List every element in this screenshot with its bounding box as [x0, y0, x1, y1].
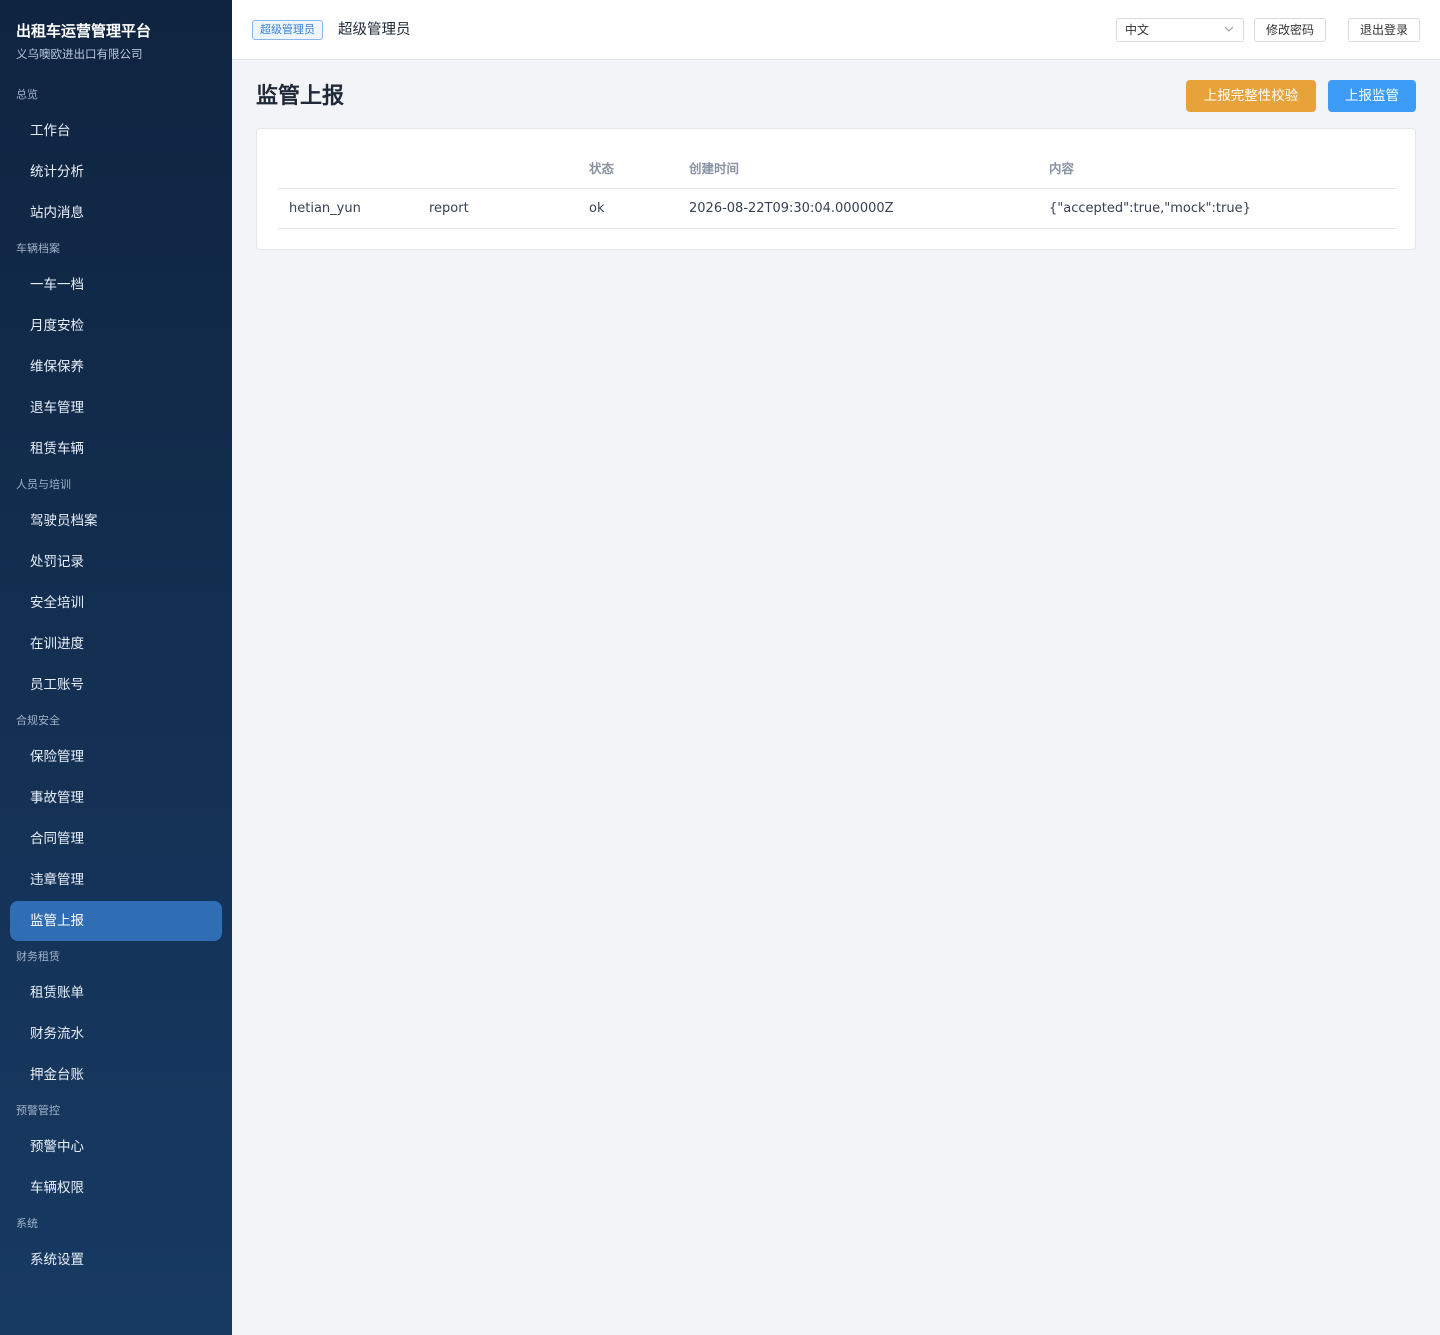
report-integrity-check-button[interactable]: 上报完整性校验: [1186, 80, 1316, 112]
sidebar-item[interactable]: 驾驶员档案: [10, 501, 222, 541]
sidebar-item[interactable]: 安全培训: [10, 583, 222, 623]
sidebar-item[interactable]: 系统设置: [10, 1240, 222, 1280]
sidebar: 出租车运营管理平台 义乌噢欧进出口有限公司 总览工作台 统计分析 站内消息车辆档案一…: [0, 0, 232, 1335]
top-bar: 超级管理员 超级管理员 中文 修改密码 退出登录: [232, 0, 1440, 60]
sidebar-item[interactable]: 预警中心: [10, 1127, 222, 1167]
sidebar-item[interactable]: 月度安检: [10, 306, 222, 346]
sidebar-item[interactable]: 车辆权限: [10, 1168, 222, 1208]
sidebar-group-title: 总览: [16, 88, 38, 101]
report-supervision-button[interactable]: 上报监管: [1328, 80, 1416, 112]
brand: 出租车运营管理平台 义乌噢欧进出口有限公司: [0, 0, 232, 80]
change-password-button[interactable]: 修改密码: [1254, 18, 1326, 42]
sidebar-item[interactable]: 押金台账: [10, 1055, 222, 1095]
role-badge: 超级管理员: [252, 20, 323, 40]
sidebar-item[interactable]: 站内消息: [10, 193, 222, 233]
logout-button[interactable]: 退出登录: [1348, 18, 1420, 42]
sidebar-group-title: 人员与培训: [16, 478, 71, 491]
sidebar-group-title: 系统: [16, 1217, 38, 1230]
header-content: 内容: [1049, 161, 1075, 176]
sidebar-item[interactable]: 监管上报: [10, 901, 222, 941]
cell-status: ok: [589, 201, 605, 216]
cell-platform: hetian_yun: [289, 201, 361, 216]
header-status: 状态: [589, 161, 615, 176]
sidebar-group-title: 车辆档案: [16, 242, 60, 255]
sidebar-item[interactable]: 退车管理: [10, 388, 222, 428]
report-table: 状态 创建时间 内容 hetian_yun report ok 2026-08-…: [277, 149, 1397, 229]
page-title: 监管上报: [256, 84, 345, 109]
role-name: 超级管理员: [338, 22, 411, 38]
sidebar-item[interactable]: 保险管理: [10, 737, 222, 777]
sidebar-item[interactable]: 租赁车辆: [10, 429, 222, 469]
table-header: 状态 创建时间 内容: [277, 149, 1397, 189]
sidebar-item[interactable]: 财务流水: [10, 1014, 222, 1054]
language-value: 中文: [1125, 23, 1150, 37]
sidebar-group-title: 合规安全: [16, 714, 60, 727]
sidebar-group-title: 财务租赁: [16, 950, 60, 963]
language-select[interactable]: 中文: [1116, 18, 1244, 42]
sidebar-item[interactable]: 员工账号: [10, 665, 222, 705]
sidebar-nav: 总览工作台 统计分析 站内消息车辆档案一车一档 月度安检 维保保养 退车管理 租赁车辆人员与…: [0, 80, 232, 1280]
table-row: hetian_yun report ok 2026-08-22T09:30:04…: [277, 189, 1397, 229]
sidebar-group-title: 预警管控: [16, 1104, 60, 1117]
sidebar-item[interactable]: 违章管理: [10, 860, 222, 900]
cell-type: report: [429, 201, 469, 216]
chevron-down-icon: [1224, 26, 1234, 32]
sidebar-item[interactable]: 工作台: [10, 111, 222, 151]
cell-content: {"accepted":true,"mock":true}: [1049, 201, 1251, 216]
report-table-card: 状态 创建时间 内容 hetian_yun report ok 2026-08-…: [256, 128, 1416, 250]
sidebar-item[interactable]: 维保保养: [10, 347, 222, 387]
sidebar-item[interactable]: 事故管理: [10, 778, 222, 818]
sidebar-item[interactable]: 在训进度: [10, 624, 222, 664]
sidebar-item[interactable]: 处罚记录: [10, 542, 222, 582]
sidebar-item[interactable]: 统计分析: [10, 152, 222, 192]
brand-title: 出租车运营管理平台: [16, 22, 152, 40]
header-created-time: 创建时间: [689, 161, 740, 176]
brand-subtitle: 义乌噢欧进出口有限公司: [16, 47, 143, 61]
sidebar-item[interactable]: 合同管理: [10, 819, 222, 859]
cell-created-time: 2026-08-22T09:30:04.000000Z: [689, 201, 894, 216]
sidebar-item[interactable]: 租赁账单: [10, 973, 222, 1013]
sidebar-item[interactable]: 一车一档: [10, 265, 222, 305]
